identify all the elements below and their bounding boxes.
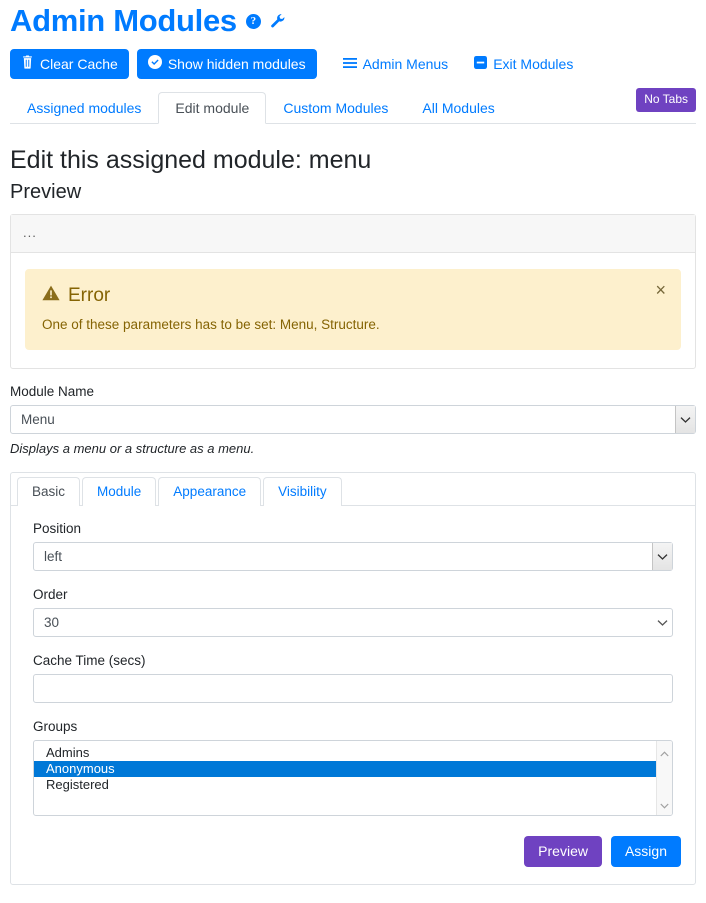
tab-custom-modules[interactable]: Custom Modules	[266, 92, 405, 124]
preview-card: ... × Error One of these parameters has …	[10, 214, 696, 369]
module-name-select[interactable]: Menu	[10, 405, 696, 434]
question-circle-icon[interactable]: ?	[245, 13, 261, 29]
module-settings-panel: Basic Module Appearance Visibility Posit…	[10, 472, 696, 885]
cache-time-field-group: Cache Time (secs)	[33, 652, 673, 703]
module-name-help: Displays a menu or a structure as a menu…	[10, 441, 255, 456]
cache-time-input[interactable]	[33, 674, 673, 703]
clear-cache-label: Clear Cache	[40, 55, 118, 72]
position-value: left	[44, 549, 63, 564]
groups-listbox-items: Admins Anonymous Registered	[34, 741, 656, 815]
show-hidden-modules-label: Show hidden modules	[167, 55, 306, 72]
page-title-row: Admin Modules ?	[10, 0, 696, 40]
alert-message: One of these parameters has to be set: M…	[42, 317, 380, 332]
module-name-value: Menu	[21, 412, 55, 427]
scroll-down-icon[interactable]	[660, 796, 669, 812]
admin-modules-page: Admin Modules ? Clear Cache Show hidden …	[0, 0, 706, 885]
preview-card-header: ...	[11, 215, 695, 253]
order-field-group: Order 30	[33, 586, 673, 637]
tab-edit-module[interactable]: Edit module	[158, 92, 267, 124]
order-value: 30	[44, 615, 60, 630]
module-settings-body: Position left Order 30 Cache Time (secs)…	[11, 506, 695, 836]
error-alert: × Error One of these parameters has to b…	[25, 269, 681, 350]
tab-appearance[interactable]: Appearance	[158, 477, 262, 506]
clear-cache-button[interactable]: Clear Cache	[10, 49, 129, 79]
exit-modules-label: Exit Modules	[493, 56, 574, 72]
list-item[interactable]: Admins	[34, 745, 656, 761]
position-field-group: Position left	[33, 520, 673, 571]
groups-scrollbar[interactable]	[656, 741, 672, 815]
edit-module-title: Edit this assigned module: menu	[10, 146, 372, 174]
list-item[interactable]: Anonymous	[34, 761, 656, 777]
page-title: Admin Modules	[10, 3, 237, 38]
position-select[interactable]: left	[33, 542, 673, 571]
panel-actions: Preview Assign	[11, 836, 695, 884]
chevron-down-icon[interactable]	[675, 406, 695, 433]
check-circle-icon	[147, 55, 162, 72]
groups-listbox[interactable]: Admins Anonymous Registered	[33, 740, 673, 816]
toolbar: Clear Cache Show hidden modules Admin Me…	[10, 49, 696, 79]
minus-square-icon	[474, 56, 488, 72]
main-tabs: Assigned modules Edit module Custom Modu…	[10, 88, 696, 124]
list-item[interactable]: Registered	[34, 777, 656, 793]
show-hidden-modules-button[interactable]: Show hidden modules	[136, 49, 317, 79]
scroll-up-icon[interactable]	[660, 744, 669, 760]
tab-assigned-modules[interactable]: Assigned modules	[10, 92, 158, 124]
hamburger-icon	[342, 56, 357, 72]
exit-modules-button[interactable]: Exit Modules	[466, 50, 581, 78]
module-settings-tabs: Basic Module Appearance Visibility	[11, 473, 695, 506]
no-tabs-badge[interactable]: No Tabs	[636, 88, 696, 112]
alert-close-button[interactable]: ×	[655, 281, 666, 299]
tab-all-modules[interactable]: All Modules	[405, 92, 511, 124]
groups-field-group: Groups Admins Anonymous Registered	[33, 718, 673, 816]
alert-heading-row: Error	[42, 284, 664, 307]
trash-icon	[21, 55, 34, 72]
tab-visibility[interactable]: Visibility	[263, 477, 342, 506]
module-name-label: Module Name	[10, 384, 95, 399]
chevron-down-icon[interactable]	[653, 609, 672, 636]
preview-button[interactable]: Preview	[524, 836, 602, 867]
wrench-icon[interactable]	[270, 13, 286, 29]
alert-heading: Error	[68, 285, 111, 306]
warning-triangle-icon	[42, 284, 60, 307]
order-label: Order	[33, 587, 68, 602]
groups-label: Groups	[33, 719, 78, 734]
position-label: Position	[33, 521, 82, 536]
order-select[interactable]: 30	[33, 608, 673, 637]
tab-basic[interactable]: Basic	[17, 477, 81, 506]
tab-module[interactable]: Module	[82, 477, 157, 506]
admin-menus-label: Admin Menus	[362, 56, 449, 72]
admin-menus-button[interactable]: Admin Menus	[335, 50, 457, 78]
chevron-down-icon[interactable]	[652, 543, 672, 570]
preview-heading: Preview	[10, 181, 82, 203]
preview-card-body: × Error One of these parameters has to b…	[11, 253, 695, 368]
assign-button[interactable]: Assign	[610, 836, 681, 867]
cache-time-label: Cache Time (secs)	[33, 653, 146, 668]
